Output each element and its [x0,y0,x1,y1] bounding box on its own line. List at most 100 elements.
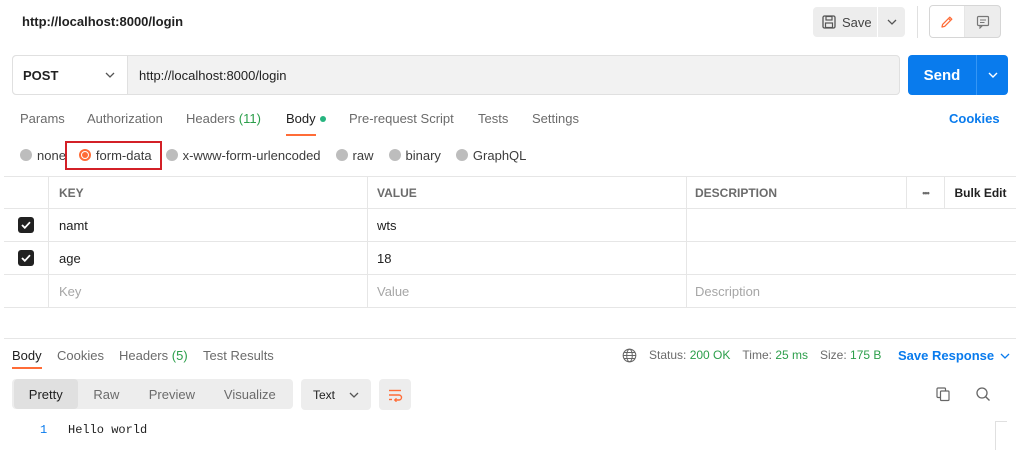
response-tab-cookies[interactable]: Cookies [57,348,104,363]
checkbox-checked-icon[interactable] [18,250,34,266]
save-button-group: Save [813,7,905,37]
size-value: 175 B [850,348,882,362]
comment-icon [976,15,990,29]
radio-none[interactable]: none [20,148,66,163]
save-options-dropdown[interactable] [878,7,905,37]
value-placeholder[interactable]: Value [367,275,686,307]
radio-graphql[interactable]: GraphQL [455,147,527,163]
tab-label: Test Results [203,348,274,363]
view-tab-raw[interactable]: Raw [78,379,136,409]
send-button[interactable]: Send [908,55,976,95]
wrap-lines-icon [387,388,403,402]
response-tab-body[interactable]: Body [12,348,42,363]
wrap-lines-button[interactable] [379,379,411,410]
active-tab-indicator [286,134,316,136]
radio-label: x-www-form-urlencoded [182,147,321,163]
edit-mode-button[interactable] [930,6,965,37]
format-select[interactable]: Text [301,379,371,410]
column-header-description: DESCRIPTION [686,177,906,208]
more-options-button[interactable]: ••• [906,177,944,208]
active-tab-indicator [12,367,42,369]
value-cell[interactable]: wts [367,209,686,241]
tab-pre-request-script[interactable]: Pre-request Script [349,111,454,126]
radio-label: raw [352,147,374,163]
tab-label: Cookies [57,348,104,363]
radio-raw[interactable]: raw [335,147,374,163]
tab-tests[interactable]: Tests [478,111,508,126]
chevron-down-icon [1000,353,1010,359]
url-bar: POST [12,55,900,95]
response-body-text: Hello world [68,423,148,437]
request-title: http://localhost:8000/login [22,14,184,29]
line-number: 1 [40,423,48,437]
table-row: age 18 [4,242,1016,275]
floppy-disk-icon [822,15,836,29]
radio-dot-selected [78,149,91,161]
empty-cell [944,275,1016,307]
description-cell[interactable] [686,209,906,241]
tab-label: Tests [478,111,509,126]
table-row: namt wts [4,209,1016,242]
radio-dot [455,149,468,161]
scrollbar[interactable] [995,421,1007,450]
tab-label: Headers [119,348,169,363]
response-tab-headers[interactable]: Headers (5) [119,348,188,363]
radio-x-www-form-urlencoded[interactable]: x-www-form-urlencoded [165,147,321,163]
search-icon[interactable] [975,386,991,402]
status-info[interactable]: Status: 200 OK [649,348,730,362]
size-info[interactable]: Size: 175 B [820,348,881,362]
row-checkbox-cell [4,209,48,241]
radio-label: none [37,147,66,163]
pane-divider[interactable] [4,338,1016,339]
description-cell[interactable] [686,242,906,274]
key-cell[interactable]: age [48,242,367,274]
method-select[interactable]: POST [13,56,128,94]
tab-label: Headers [186,111,236,126]
radio-dot [20,149,32,161]
copy-icon[interactable] [935,386,951,402]
globe-icon[interactable] [622,348,637,363]
row-checkbox-cell [4,242,48,274]
column-header-value: VALUE [367,177,686,208]
chevron-down-icon [349,392,359,398]
tab-settings[interactable]: Settings [532,111,579,126]
view-tab-preview[interactable]: Preview [135,379,208,409]
save-response-label: Save Response [898,348,995,363]
chevron-down-icon [105,72,115,78]
cookies-link[interactable]: Cookies [949,111,1000,126]
tab-body[interactable]: Body [286,111,326,126]
key-placeholder[interactable]: Key [48,275,367,307]
radio-label: GraphQL [472,147,527,163]
radio-binary[interactable]: binary [388,148,441,163]
radio-dot [165,149,178,161]
save-response-button[interactable]: Save Response [898,348,1010,363]
value-cell[interactable]: 18 [367,242,686,274]
view-tab-pretty[interactable]: Pretty [14,379,78,409]
tab-authorization[interactable]: Authorization [87,111,163,126]
view-tab-visualize[interactable]: Visualize [209,379,291,409]
tab-params[interactable]: Params [20,111,65,126]
description-placeholder[interactable]: Description [686,275,906,307]
size-label: Size: [820,348,847,362]
url-input[interactable] [128,56,899,94]
tab-headers[interactable]: Headers (11) [186,111,261,126]
response-tab-test-results[interactable]: Test Results [203,348,274,363]
table-header-row: KEY VALUE DESCRIPTION ••• Bulk Edit [4,176,1016,209]
save-button[interactable]: Save [813,7,877,37]
bulk-edit-button[interactable]: Bulk Edit [944,177,1016,208]
key-cell[interactable]: namt [48,209,367,241]
send-options-dropdown[interactable] [977,55,1008,95]
chevron-down-icon [988,72,998,78]
time-info[interactable]: Time: 25 ms [742,348,808,362]
radio-label: form-data [95,147,152,163]
checkbox-checked-icon[interactable] [18,217,34,233]
chevron-down-icon [887,19,897,25]
tab-label: Body [286,111,316,126]
status-value: 200 OK [689,348,731,362]
time-value: 25 ms [775,348,808,362]
empty-cell [906,275,944,307]
documentation-button[interactable] [965,6,1000,37]
radio-form-data[interactable]: form-data [64,140,162,170]
column-header-key: KEY [48,177,367,208]
body-type-selector: none form-data x-www-form-urlencoded raw… [20,140,541,170]
